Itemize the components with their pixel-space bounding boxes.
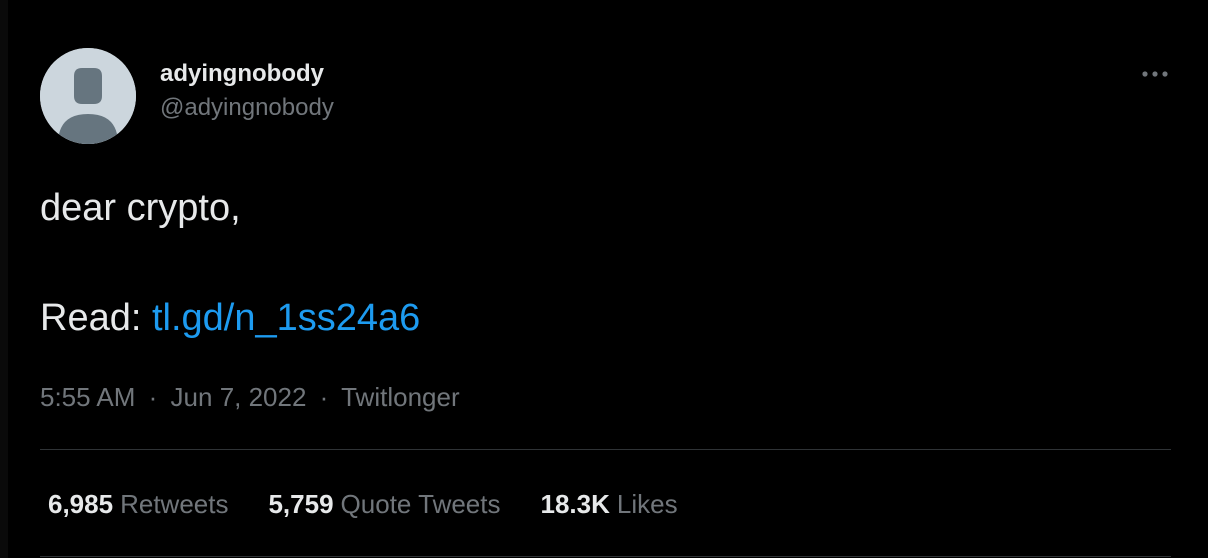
more-options-button[interactable] <box>1139 60 1171 88</box>
window-edge <box>0 0 8 558</box>
stat-count: 18.3K <box>540 489 610 519</box>
default-avatar-icon <box>40 48 136 144</box>
divider <box>40 556 1171 557</box>
tweet-stats: 6,985 Retweets 5,759 Quote Tweets 18.3K Lik… <box>48 487 678 521</box>
tweet-text-line-2: Read: tl.gd/n_1ss24a6 <box>40 290 420 346</box>
stat-count: 6,985 <box>48 489 114 519</box>
tweet-text-line-1: dear crypto, <box>40 187 241 229</box>
tweet-meta: 5:55 AM · Jun 7, 2022 · Twitlonger <box>40 380 460 414</box>
more-horizontal-icon <box>1142 71 1168 77</box>
stat-likes[interactable]: 18.3K Likes <box>541 487 678 521</box>
stat-quote-tweets[interactable]: 5,759 Quote Tweets <box>268 487 500 521</box>
user-info: adyingnobody @adyingnobody <box>160 58 334 124</box>
stat-count: 5,759 <box>268 489 334 519</box>
tweet-card: adyingnobody @adyingnobody dear crypto, … <box>40 0 1171 558</box>
user-handle[interactable]: @adyingnobody <box>160 92 334 124</box>
tweet-source[interactable]: Twitlonger <box>341 382 460 412</box>
stat-label: Retweets <box>120 489 229 519</box>
tweet-date[interactable]: Jun 7, 2022 <box>171 382 307 412</box>
read-prefix: Read: <box>40 297 152 339</box>
stat-label: Quote Tweets <box>340 489 501 519</box>
tweet-link[interactable]: tl.gd/n_1ss24a6 <box>152 297 420 339</box>
tweet-time[interactable]: 5:55 AM <box>40 382 135 412</box>
meta-separator: · <box>319 382 329 412</box>
divider <box>40 449 1171 450</box>
avatar[interactable] <box>40 48 136 144</box>
stat-retweets[interactable]: 6,985 Retweets <box>48 487 228 521</box>
stat-label: Likes <box>616 489 678 519</box>
meta-separator: · <box>148 382 158 412</box>
display-name[interactable]: adyingnobody <box>160 58 334 90</box>
